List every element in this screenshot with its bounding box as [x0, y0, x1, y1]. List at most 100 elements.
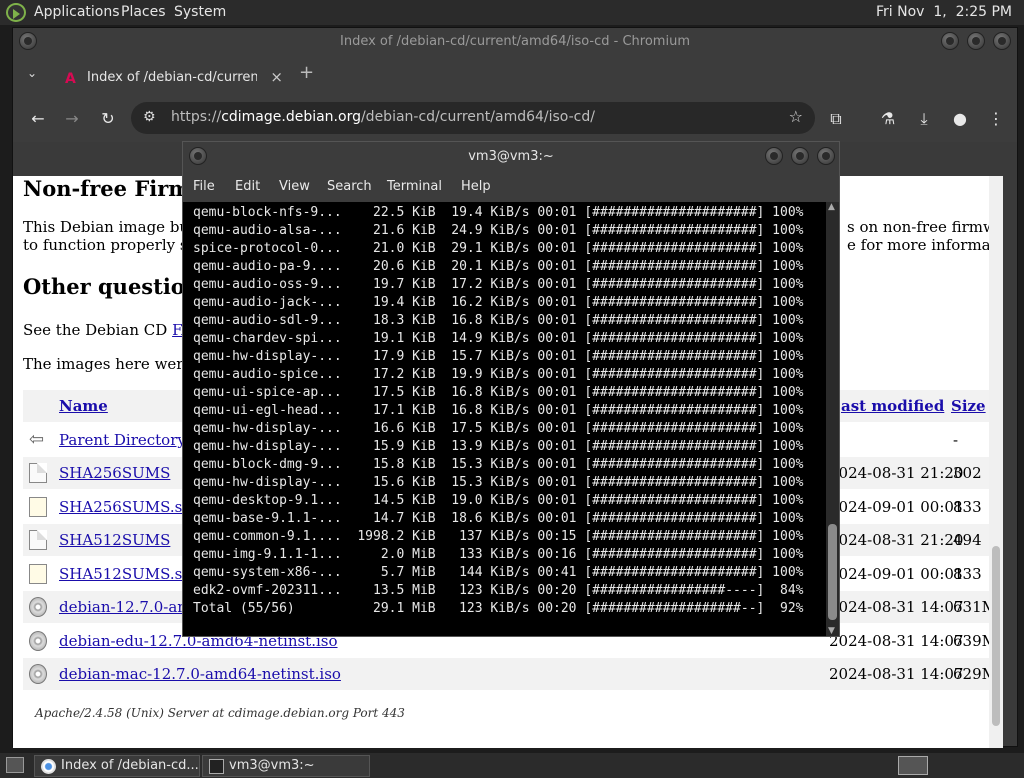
file-modified: 2024-09-01 00:01 — [829, 498, 964, 516]
tab-search-chevron-icon[interactable]: ⌄ — [27, 66, 37, 80]
nonfree-text-right-1: s on non-free firmware — [847, 218, 1003, 236]
file-modified: 2024-08-31 14:07 — [829, 598, 964, 616]
taskbar-item-chromium[interactable]: Index of /debian-cd... — [34, 755, 200, 777]
browser-toolbar: ← → ↻ ⚙ https://cdimage.debian.org/debia… — [13, 96, 1017, 142]
menu-places[interactable]: Places — [121, 4, 166, 20]
profile-icon[interactable]: ● — [947, 106, 973, 132]
file-modified: 2024-08-31 14:07 — [829, 632, 964, 650]
url-path: /debian-cd/current/amd64/iso-cd/ — [360, 109, 595, 125]
file-size: 302 — [953, 464, 982, 482]
text-file-icon — [29, 530, 47, 550]
terminal-line: qemu-ui-spice-ap... 17.5 KiB 16.8 KiB/s … — [193, 385, 804, 400]
terminal-menubar: File Edit View Search Terminal Help — [183, 172, 839, 202]
downloads-icon[interactable]: ⤓ — [911, 106, 937, 132]
file-link[interactable]: SHA256SUMS.sig — [59, 498, 197, 516]
terminal-output[interactable]: qemu-block-nfs-9... 22.5 KiB 19.4 KiB/s … — [183, 202, 827, 636]
terminal-scrollbar-thumb[interactable] — [828, 524, 837, 620]
terminal-menu-view[interactable]: View — [279, 179, 310, 194]
terminal-line: qemu-audio-oss-9... 19.7 KiB 17.2 KiB/s … — [193, 277, 804, 292]
maximize-icon[interactable] — [967, 32, 985, 50]
terminal-close-icon[interactable] — [817, 147, 835, 165]
file-link[interactable]: Parent Directory — [59, 431, 186, 449]
browser-window-title: Index of /debian-cd/current/amd64/iso-cd… — [340, 34, 690, 49]
scroll-down-icon[interactable]: ▼ — [828, 626, 835, 636]
column-modified-link[interactable]: ast modified — [841, 397, 944, 415]
terminal-line: qemu-img-9.1.1-1... 2.0 MiB 133 KiB/s 00… — [193, 547, 804, 562]
terminal-line: qemu-block-dmg-9... 15.8 KiB 15.3 KiB/s … — [193, 457, 804, 472]
file-link[interactable]: SHA512SUMS — [59, 531, 170, 549]
terminal-lines: qemu-block-nfs-9... 22.5 KiB 19.4 KiB/s … — [193, 204, 803, 618]
taskbar-label: Index of /debian-cd... — [61, 758, 199, 773]
file-modified: 2024-08-31 14:07 — [829, 665, 964, 683]
column-name-link[interactable]: Name — [59, 397, 108, 415]
workspace-switcher[interactable] — [898, 756, 928, 775]
address-bar[interactable]: ⚙ https://cdimage.debian.org/debian-cd/c… — [131, 102, 815, 134]
terminal-scrollbar[interactable]: ▲ ▼ — [826, 202, 839, 636]
url-text[interactable]: https://cdimage.debian.org/debian-cd/cur… — [171, 109, 595, 125]
close-icon[interactable] — [993, 32, 1011, 50]
menu-system[interactable]: System — [174, 4, 226, 20]
url-host: cdimage.debian.org — [221, 109, 361, 125]
taskbar-item-terminal[interactable]: vm3@vm3:~ — [202, 755, 370, 777]
file-link[interactable]: SHA512SUMS.sig — [59, 565, 197, 583]
terminal-line: spice-protocol-0... 21.0 KiB 29.1 KiB/s … — [193, 241, 804, 256]
file-modified: 2024-08-31 21:20 — [829, 464, 964, 482]
tab-debian-index[interactable]: A Index of /debian-cd/current/a × — [53, 62, 291, 96]
forward-icon[interactable]: → — [59, 106, 85, 132]
terminal-line: qemu-chardev-spi... 19.1 KiB 14.9 KiB/s … — [193, 331, 804, 346]
column-size-link[interactable]: Size — [951, 397, 986, 415]
page-scrollbar[interactable] — [989, 176, 1003, 748]
menu-applications[interactable]: Applications — [34, 4, 120, 20]
back-icon[interactable]: ← — [25, 106, 51, 132]
terminal-menu-search[interactable]: Search — [327, 179, 372, 194]
file-link[interactable]: debian-12.7.0-amd — [59, 598, 201, 616]
file-modified: 2024-08-31 21:20 — [829, 531, 964, 549]
file-link[interactable]: debian-mac-12.7.0-amd64-netinst.iso — [59, 665, 341, 683]
bookmark-star-icon[interactable]: ☆ — [789, 107, 803, 126]
reload-icon[interactable]: ↻ — [95, 106, 121, 132]
terminal-line: qemu-hw-display-... 16.6 KiB 17.5 KiB/s … — [193, 421, 804, 436]
terminal-menu-file[interactable]: File — [193, 179, 215, 194]
terminal-window: vm3@vm3:~ File Edit View Search Terminal… — [182, 141, 840, 637]
scroll-up-icon[interactable]: ▲ — [828, 202, 835, 212]
labs-flask-icon[interactable]: ⚗ — [875, 106, 901, 132]
tab-close-icon[interactable]: × — [270, 68, 283, 86]
terminal-line: qemu-audio-jack-... 19.4 KiB 16.2 KiB/s … — [193, 295, 804, 310]
url-scheme: https:// — [171, 109, 222, 125]
table-row: debian-mac-12.7.0-amd64-netinst.iso 2024… — [23, 658, 997, 690]
minimize-icon[interactable] — [941, 32, 959, 50]
terminal-maximize-icon[interactable] — [791, 147, 809, 165]
file-modified: 2024-09-01 00:01 — [829, 565, 964, 583]
file-size: 494 — [953, 531, 982, 549]
tab-label: Index of /debian-cd/current/a — [87, 70, 257, 85]
disc-image-icon — [29, 664, 47, 684]
terminal-menu-terminal[interactable]: Terminal — [387, 179, 442, 194]
terminal-title: vm3@vm3:~ — [468, 149, 554, 164]
terminal-menu-help[interactable]: Help — [461, 179, 491, 194]
nonfree-text-right-2: e for more information. — [847, 236, 1003, 254]
terminal-line: qemu-audio-sdl-9... 18.3 KiB 16.8 KiB/s … — [193, 313, 804, 328]
signature-file-icon — [29, 497, 47, 517]
clock[interactable]: Fri Nov 1, 2:25 PM — [876, 4, 1012, 20]
signature-file-icon — [29, 564, 47, 584]
terminal-minimize-icon[interactable] — [765, 147, 783, 165]
tab-strip: ⌄ A Index of /debian-cd/current/a × + — [13, 56, 1017, 96]
terminal-line: qemu-ui-egl-head... 17.1 KiB 16.8 KiB/s … — [193, 403, 804, 418]
new-tab-icon[interactable]: + — [299, 62, 314, 83]
site-info-icon[interactable]: ⚙ — [143, 109, 156, 125]
terminal-line: qemu-hw-display-... 15.6 KiB 15.3 KiB/s … — [193, 475, 804, 490]
browser-titlebar[interactable]: Index of /debian-cd/current/amd64/iso-cd… — [13, 28, 1017, 56]
page-scrollbar-thumb[interactable] — [992, 546, 1000, 726]
applications-logo-icon[interactable] — [6, 3, 26, 22]
terminal-titlebar[interactable]: vm3@vm3:~ — [183, 142, 839, 172]
terminal-menu-edit[interactable]: Edit — [235, 179, 260, 194]
file-link[interactable]: SHA256SUMS — [59, 464, 170, 482]
terminal-line: qemu-system-x86-... 5.7 MiB 144 KiB/s 00… — [193, 565, 804, 580]
taskbar: Index of /debian-cd... vm3@vm3:~ — [0, 753, 1024, 778]
show-desktop-icon[interactable] — [6, 757, 24, 773]
extensions-icon[interactable]: ⧉ — [823, 106, 849, 132]
server-footer: Apache/2.4.58 (Unix) Server at cdimage.d… — [35, 706, 405, 720]
terminal-line: qemu-base-9.1.1-... 14.7 KiB 18.6 KiB/s … — [193, 511, 804, 526]
terminal-line: Total (55/56) 29.1 MiB 123 KiB/s 00:20 [… — [193, 601, 804, 616]
more-menu-icon[interactable]: ⋮ — [983, 106, 1009, 132]
